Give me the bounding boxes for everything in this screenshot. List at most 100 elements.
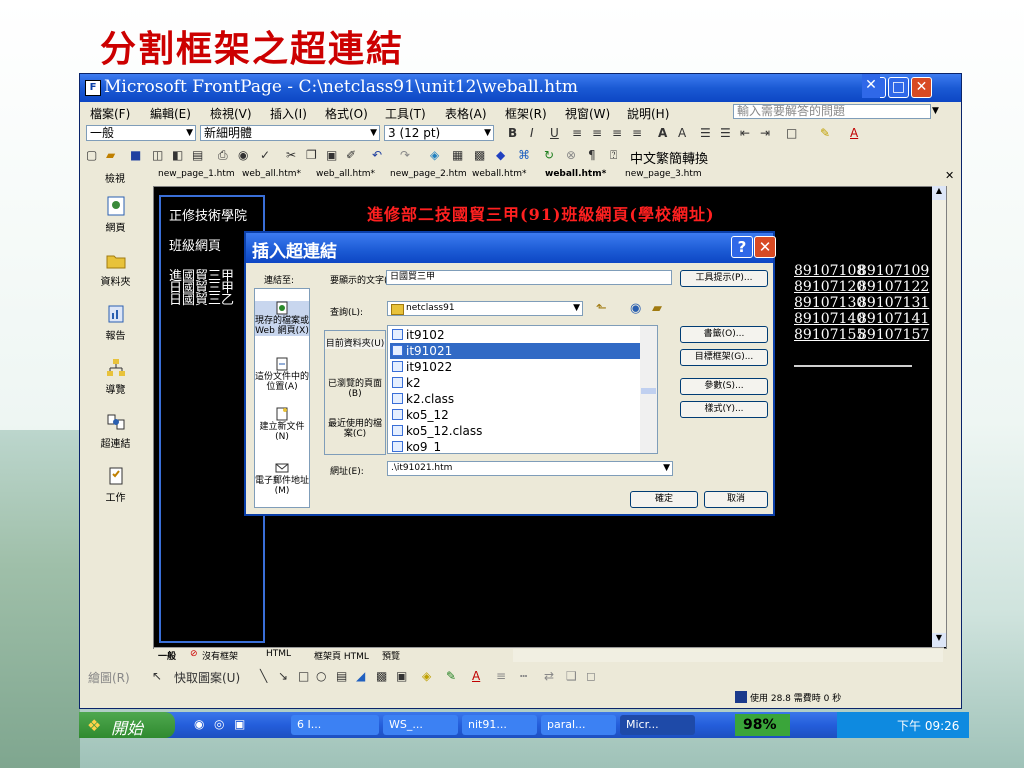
dialog-close-button[interactable]: ✕ <box>754 236 776 258</box>
cut-icon[interactable]: ✂ <box>286 148 296 162</box>
file-item-selected[interactable]: it91021 <box>390 343 640 359</box>
align-left-icon[interactable]: ≡ <box>572 126 582 140</box>
dialog-titlebar[interactable]: 插入超連結 ? ✕ <box>246 233 776 263</box>
file-item[interactable]: ko5_12.class <box>390 423 640 439</box>
increase-indent-icon[interactable]: ⇥ <box>760 126 770 140</box>
tab-weball-active[interactable]: weball.htm* <box>545 169 606 179</box>
fill-color-icon[interactable]: ◈ <box>422 669 431 683</box>
3d-icon[interactable]: ◻ <box>586 669 596 683</box>
display-text-input[interactable]: 日國貿三甲 <box>386 270 672 285</box>
line-color-icon[interactable]: ✎ <box>446 669 456 683</box>
font-combo[interactable]: 新細明體 ▼ <box>200 125 380 141</box>
textbox-icon[interactable]: ▤ <box>336 669 347 683</box>
student-link[interactable]: 89107130 <box>794 295 865 311</box>
viewtab-normal[interactable]: 一般 <box>158 649 176 662</box>
autoshapes-menu[interactable]: 快取圖案(U) <box>174 669 240 686</box>
font-color-button[interactable]: A <box>850 126 858 140</box>
italic-button[interactable]: I <box>530 126 534 140</box>
editor-vertical-scrollbar[interactable]: ▲ ▼ <box>932 186 946 647</box>
highlight-icon[interactable]: ✎ <box>820 126 830 140</box>
menu-table[interactable]: 表格(A) <box>445 105 487 122</box>
scroll-thumb[interactable] <box>641 388 656 394</box>
student-link[interactable]: 89107109 <box>858 263 929 279</box>
view-folders[interactable]: 資料夾 <box>80 249 151 288</box>
menu-view[interactable]: 檢視(V) <box>210 105 252 122</box>
border-icon[interactable]: □ <box>786 126 797 140</box>
menu-edit[interactable]: 編輯(E) <box>150 105 191 122</box>
frame-link-3[interactable]: 日國貿三乙 <box>169 289 234 308</box>
target-frame-button[interactable]: 目標框架(G)... <box>680 349 768 366</box>
chinese-convert-button[interactable]: 中文繁簡轉換 <box>630 148 708 167</box>
link-place-in-document[interactable]: 這份文件中的位置(A) <box>255 357 309 392</box>
file-item[interactable]: ko5_12 <box>390 407 640 423</box>
tab-weball-1[interactable]: weball.htm* <box>472 169 527 179</box>
bold-button[interactable]: B <box>508 126 517 140</box>
screen-tip-button[interactable]: 工具提示(P)... <box>680 270 768 287</box>
taskbar-item[interactable]: WS_... <box>383 715 458 735</box>
file-item[interactable]: k2 <box>390 375 640 391</box>
shrink-font-icon[interactable]: A <box>678 126 686 140</box>
browse-web-icon[interactable]: ◉ <box>630 301 641 316</box>
arrow-style-icon[interactable]: ⇄ <box>544 669 554 683</box>
dialog-help-button[interactable]: ? <box>731 236 753 258</box>
menu-format[interactable]: 格式(O) <box>325 105 368 122</box>
stop-icon[interactable]: ⊗ <box>566 148 576 162</box>
decrease-indent-icon[interactable]: ⇤ <box>740 126 750 140</box>
student-link[interactable]: 89107140 <box>794 311 865 327</box>
viewtab-frames-html[interactable]: 框架頁 HTML <box>314 649 369 662</box>
drawing-icon[interactable]: ◆ <box>496 148 505 162</box>
link-existing-file[interactable]: 現存的檔案或 Web 網頁(X) <box>255 301 309 336</box>
save-icon[interactable]: ■ <box>130 148 141 162</box>
quick-launch-icon[interactable]: ▣ <box>234 717 245 731</box>
redo-icon[interactable]: ↷ <box>400 148 410 162</box>
view-reports[interactable]: 報告 <box>80 303 151 342</box>
outer-close-icon[interactable]: ✕ <box>862 74 880 98</box>
window-titlebar[interactable]: F Microsoft FrontPage - C:\netclass91\un… <box>80 74 961 102</box>
dash-style-icon[interactable]: ┅ <box>520 669 527 683</box>
line-icon[interactable]: ╲ <box>260 669 267 683</box>
close-icon[interactable]: ✕ <box>945 169 954 182</box>
student-link[interactable]: 89107131 <box>858 295 929 311</box>
start-button[interactable]: ❖ 開始 <box>79 712 175 738</box>
editor-horizontal-scrollbar[interactable] <box>513 649 943 662</box>
student-link[interactable]: 89107122 <box>858 279 929 295</box>
student-link[interactable]: 89107155 <box>794 327 865 343</box>
toggle-pane-icon[interactable]: ▤ <box>192 148 203 162</box>
new-page-icon[interactable]: ▢ <box>86 148 97 162</box>
help-question-input[interactable]: 輸入需要解答的問題 <box>733 104 931 119</box>
draw-menu[interactable]: 繪圖(R) <box>88 669 130 686</box>
link-create-new[interactable]: 建立新文件(N) <box>255 407 309 442</box>
taskbar-item-active[interactable]: Micr... <box>620 715 695 735</box>
menu-file[interactable]: 檔案(F) <box>90 105 130 122</box>
up-folder-icon[interactable]: ⬑ <box>596 301 607 316</box>
browsed-pages-button[interactable]: 已瀏覽的頁面(B) <box>325 379 385 399</box>
insert-picture-icon[interactable]: ▩ <box>474 148 485 162</box>
view-page[interactable]: 網頁 <box>80 195 151 234</box>
paste-icon[interactable]: ▣ <box>326 148 337 162</box>
tab-new-page-3[interactable]: new_page_3.htm <box>625 169 702 179</box>
folder-list-icon[interactable]: ◧ <box>172 148 183 162</box>
ok-button[interactable]: 確定 <box>630 491 698 508</box>
tab-new-page-2[interactable]: new_page_2.htm <box>390 169 467 179</box>
parameters-button[interactable]: 參數(S)... <box>680 378 768 395</box>
taskbar-item[interactable]: nit91... <box>462 715 537 735</box>
viewtab-html[interactable]: HTML <box>266 649 291 659</box>
bullets-icon[interactable]: ☰ <box>720 126 731 140</box>
web-component-icon[interactable]: ◈ <box>430 148 439 162</box>
oval-icon[interactable]: ○ <box>316 669 326 683</box>
browse-file-icon[interactable]: ▰ <box>652 301 662 316</box>
refresh-icon[interactable]: ↻ <box>544 148 554 162</box>
menu-insert[interactable]: 插入(I) <box>270 105 307 122</box>
quick-launch-icon[interactable]: ◉ <box>194 717 204 731</box>
align-center-icon[interactable]: ≡ <box>592 126 602 140</box>
show-all-icon[interactable]: ¶ <box>588 148 596 162</box>
student-link[interactable]: 89107120 <box>794 279 865 295</box>
taskbar-item[interactable]: paral... <box>541 715 616 735</box>
menu-help[interactable]: 說明(H) <box>627 105 669 122</box>
quick-launch-icon[interactable]: ◎ <box>214 717 224 731</box>
file-item[interactable]: it9102 <box>390 327 640 343</box>
tab-new-page-1[interactable]: new_page_1.htm <box>158 169 235 179</box>
close-button[interactable]: ✕ <box>911 77 932 98</box>
maximize-button[interactable]: □ <box>888 77 909 98</box>
file-item[interactable]: ko9_1 <box>390 439 640 453</box>
